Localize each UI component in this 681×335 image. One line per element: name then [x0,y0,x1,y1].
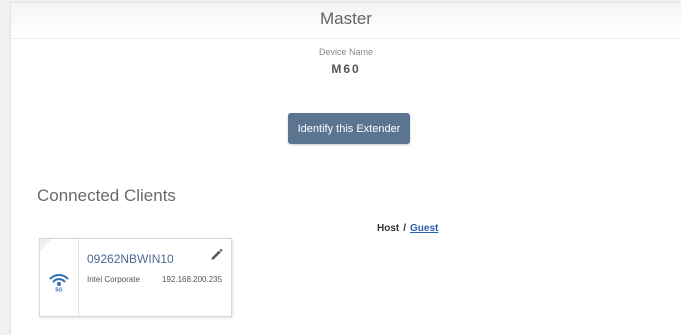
client-name: 09262NBWIN10 [87,252,174,266]
wifi-5g-icon: 5G [49,274,69,293]
master-header: Master [11,3,681,39]
device-name-label: Device Name [318,47,374,57]
host-guest-separator: / [403,223,407,234]
client-ip-address: 192.168.200.235 [162,275,223,284]
page-title: Master [320,9,372,28]
connected-clients-title: Connected Clients [37,186,176,205]
host-tab[interactable]: Host [377,223,399,234]
extender-panel: Master Device Name M60 Identify this Ext… [10,2,681,335]
guest-link[interactable]: Guest [410,223,438,234]
client-card-side: 5G [40,239,79,316]
client-card[interactable]: 5G 09262NBWIN10 Intel Corporate 192.168.… [39,238,232,317]
pencil-icon[interactable] [210,248,223,261]
device-name-value: M60 [331,62,361,76]
wifi-band-label: 5G [55,288,62,293]
client-vendor: Intel Corporate [87,275,140,284]
host-guest-toggle: Host / Guest [377,223,438,234]
identify-extender-button[interactable]: Identify this Extender [288,113,410,144]
